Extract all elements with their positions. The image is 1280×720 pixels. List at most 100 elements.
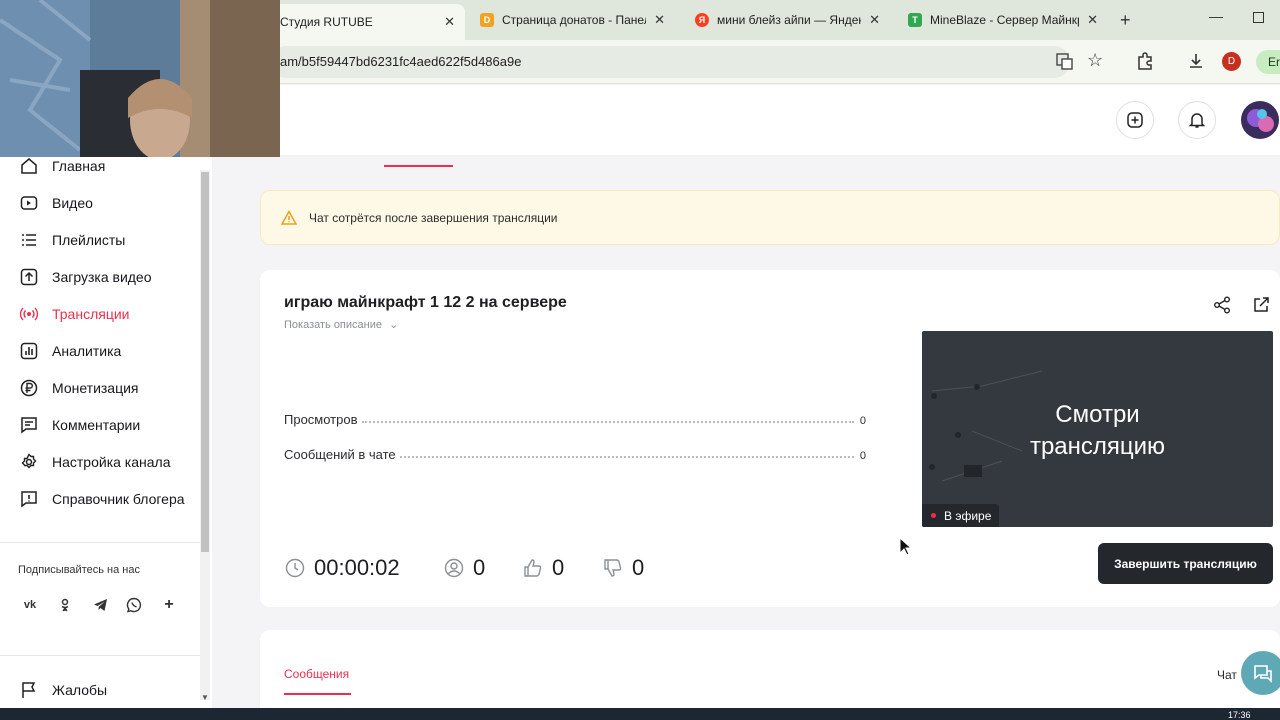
tab-label: мини блейз айпи — Яндекс [717,13,862,27]
sidebar-item-upload[interactable]: Загрузка видео [0,259,200,295]
more-socials-icon[interactable]: + [156,592,182,618]
thumbs-up-icon [522,557,544,579]
broadcast-icon [19,304,39,324]
sidebar-item-label: Комментарии [52,417,141,433]
viber-icon[interactable] [121,592,147,618]
channel-avatar[interactable] [1240,100,1280,140]
likes-count: 0 [522,555,564,581]
close-icon[interactable]: ✕ [869,12,880,28]
maximize-icon[interactable] [1253,12,1264,23]
mineblaze-favicon-icon: T [908,13,922,27]
dotted-leader [399,456,854,458]
ok-icon[interactable] [52,592,78,618]
external-link-icon[interactable] [1252,296,1270,314]
upload-icon [19,267,39,287]
address-bar[interactable]: am/b5f59447bd6231fc4aed622f5d486a9e [270,46,1070,78]
notifications-button[interactable] [1178,101,1216,139]
close-icon[interactable]: ✕ [444,14,455,30]
scrollbar-thumb[interactable] [201,172,209,552]
dislikes-count: 0 [602,555,644,581]
sidebar-item-playlists[interactable]: Плейлисты [0,222,200,258]
bell-icon [1188,113,1206,128]
divider [0,655,200,656]
preview-caption-line: Смотри [1055,401,1140,428]
sidebar-item-broadcasts[interactable]: Трансляции [0,296,200,332]
subscribe-label: Подписывайтесь на нас [18,564,140,576]
active-tab-indicator [384,165,453,167]
stat-value: 0 [859,415,866,427]
sidebar-item-channel-settings[interactable]: Настройка канала [0,444,200,480]
webcam-image [0,0,280,157]
sidebar-item-blogger-guide[interactable]: Справочник блогера [0,481,200,517]
stat-messages-row: Сообщений в чате 0 [284,444,866,462]
stream-card: играю майнкрафт 1 12 2 на сервере Показа… [260,270,1280,607]
minimize-icon[interactable]: — [1209,8,1223,24]
user-icon [443,557,465,579]
support-chat-button[interactable] [1241,651,1280,695]
chat-notice-banner: Чат сотрётся после завершения трансляции [260,190,1280,245]
tab-donations[interactable]: D Страница донатов - Панель ✕ [470,6,675,34]
sidebar-item-label: Трансляции [52,306,130,322]
ruble-icon [19,378,39,398]
stream-preview[interactable]: Смотри трансляцию В эфире [922,331,1273,527]
share-icon[interactable] [1213,296,1231,314]
chat-label: Чат [1217,668,1237,682]
plus-square-icon [1127,112,1143,128]
tab-mineblaze[interactable]: T MineBlaze - Сервер Майнкр ✕ [898,6,1108,34]
extensions-icon[interactable] [1136,52,1154,70]
preview-caption-line: трансляцию [1029,433,1166,460]
tab-yandex[interactable]: Я мини блейз айпи — Яндекс ✕ [685,6,890,34]
vk-icon[interactable]: vk [17,592,43,618]
stat-views-row: Просмотров 0 [284,409,866,427]
active-tab-underline [284,693,351,695]
duration-value: 00:00:02 [314,555,400,580]
sidebar-scrollbar[interactable] [200,170,210,700]
sidebar-item-video[interactable]: Видео [0,185,200,221]
tab-label: MineBlaze - Сервер Майнкр [930,13,1080,27]
gear-icon [19,452,39,472]
sidebar-item-comments[interactable]: Комментарии [0,407,200,443]
tab-rutube-studio[interactable]: Студия RUTUBE ✕ [270,4,465,40]
sidebar-item-analytics[interactable]: Аналитика [0,333,200,369]
sidebar: Главная Видео Плейлисты Загрузка видео Т… [0,155,212,708]
comment-icon [19,415,39,435]
sidebar-item-monetization[interactable]: Монетизация [0,370,200,406]
live-badge: В эфире [922,504,1000,527]
stat-label: Сообщений в чате [284,447,396,462]
download-icon[interactable] [1187,52,1205,70]
webcam-overlay [0,0,280,157]
live-badge-label: В эфире [944,508,992,523]
show-description-link[interactable]: Показать описание ⌄ [284,318,398,331]
telegram-icon[interactable] [87,592,113,618]
chevron-down-icon: ⌄ [389,319,399,331]
sidebar-item-label: Плейлисты [52,232,126,248]
end-stream-button[interactable]: Завершить трансляцию [1098,543,1273,584]
tab-label: Страница донатов - Панель [502,13,647,27]
new-tab-icon[interactable]: + [1120,10,1131,31]
chat-card: Сообщения Чат [260,630,1280,720]
upload-button[interactable] [1116,101,1154,139]
scroll-down-icon[interactable]: ▼ [201,693,209,702]
close-icon[interactable]: ✕ [1087,12,1098,28]
dotted-leader [361,421,854,423]
live-dot-icon [931,513,936,518]
mouse-cursor-icon [899,537,913,556]
thumbs-down-icon [602,557,624,579]
translate-icon[interactable] [1056,53,1073,70]
chat-bubble-icon [1254,665,1272,683]
viewers-count: 0 [443,555,485,581]
sidebar-item-complaints[interactable]: Жалобы [0,672,200,708]
stream-duration: 00:00:02 [284,555,400,581]
bookmark-star-icon[interactable]: ☆ [1087,50,1103,71]
sidebar-item-label: Загрузка видео [52,269,152,285]
dislikes-value: 0 [632,555,645,580]
close-icon[interactable]: ✕ [654,12,665,28]
stat-value: 0 [859,450,866,462]
profile-avatar[interactable]: D [1222,52,1241,71]
sidebar-item-label: Справочник блогера [52,491,185,507]
taskbar-clock: 17:36 [1228,710,1251,720]
error-chip[interactable]: Err [1256,50,1280,74]
divider [0,542,200,543]
video-icon [19,193,39,213]
tab-messages[interactable]: Сообщения [284,667,349,681]
